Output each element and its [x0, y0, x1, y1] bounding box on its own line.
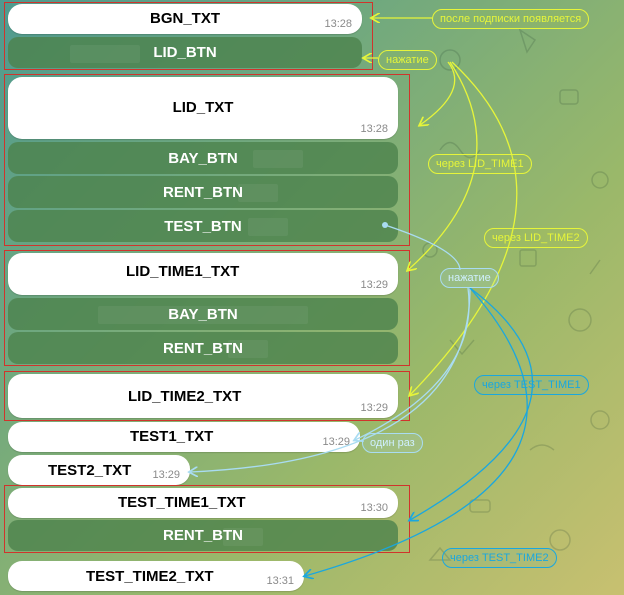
arrow-lid-txt — [420, 61, 456, 125]
arrow-test-time2 — [305, 287, 528, 576]
annotation-via-test-time1: через TEST_TIME1 — [474, 375, 589, 395]
arrow-test2 — [190, 287, 471, 472]
annotation-via-test-time2: через TEST_TIME2 — [442, 548, 557, 568]
annotation-press: нажатие — [378, 50, 437, 70]
flow-arrows — [0, 0, 534, 595]
annotation-after-subscribe: после подписки появляется — [432, 9, 590, 29]
arrow-test-btn — [384, 224, 461, 271]
annotation-press: нажатие — [440, 268, 499, 288]
arrow-test-time1 — [410, 287, 534, 520]
annotation-via-lid-time1: через LID_TIME1 — [428, 154, 532, 174]
annotation-via-lid-time2: через LID_TIME2 — [484, 228, 588, 248]
annotation-once: один раз — [362, 433, 423, 453]
